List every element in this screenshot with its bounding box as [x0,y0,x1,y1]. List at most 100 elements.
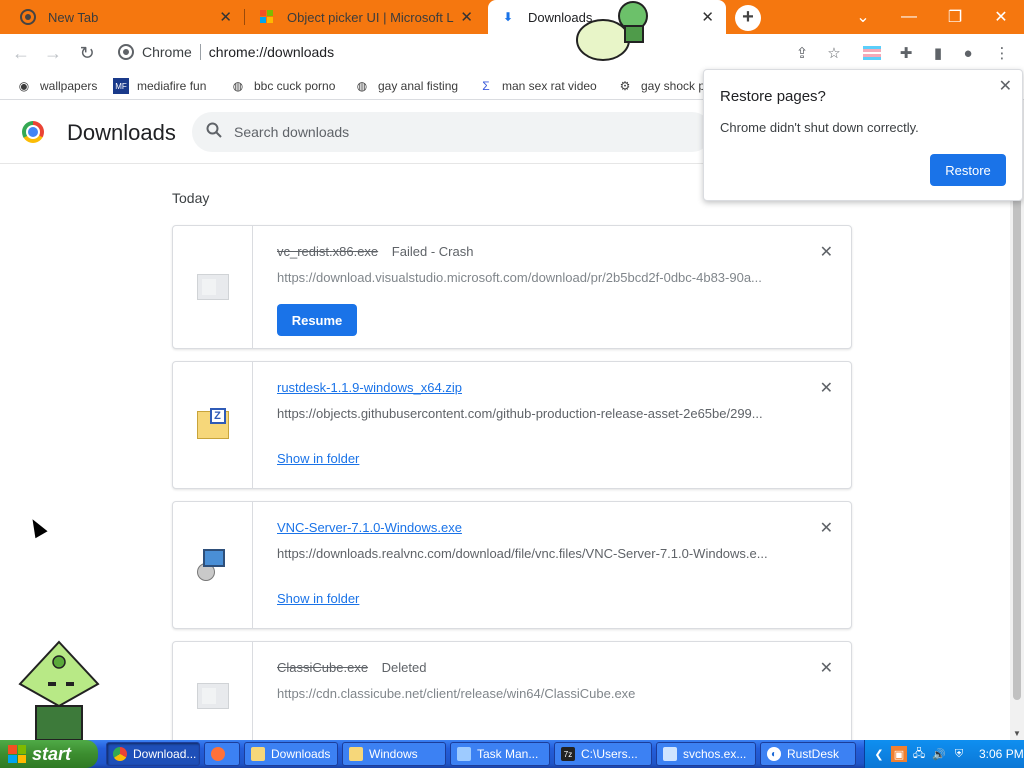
reddit-icon: ◉ [18,79,30,93]
taskbar-button-firefox[interactable] [204,742,240,766]
dialog-message: Chrome didn't shut down correctly. [720,120,919,135]
back-button[interactable]: ← [10,42,32,64]
download-status: Failed - Crash [391,244,474,259]
tab-new-tab[interactable]: New Tab ✕ [0,0,244,34]
restore-button[interactable]: Restore [930,154,1006,186]
download-status: Deleted [381,660,427,675]
divider [199,44,201,60]
remove-item-close-icon[interactable]: ✕ [820,518,833,538]
taskbar-button-chrome[interactable]: Download... [106,742,200,766]
download-filename[interactable]: VNC-Server-7.1.0-Windows.exe [277,520,462,535]
7zip-icon: 7z [561,747,575,761]
app-window-icon [663,747,677,761]
remove-item-close-icon[interactable]: ✕ [820,378,833,398]
bookmark-item[interactable]: ◉ wallpapers [16,76,98,96]
taskbar-button-rustdesk[interactable]: ◐ RustDesk [760,742,856,766]
side-panel-icon[interactable]: ▮ [928,43,948,63]
tray-app-icon[interactable]: ▣ [891,746,907,762]
file-icon-column [173,226,253,348]
gear-icon: ⚙ [619,79,631,93]
safety-icon[interactable]: ⛨ [951,746,967,762]
show-in-folder-link[interactable]: Show in folder [277,591,359,606]
new-tab-button[interactable]: + [735,5,761,31]
microsoft-icon [259,9,275,25]
close-icon[interactable]: ✕ [219,8,232,26]
taskbar-button-label: Task Man... [477,747,539,761]
clock[interactable]: 3:06 PM [979,747,1024,761]
scroll-down-arrow-icon[interactable]: ▼ [1013,729,1021,738]
extensions-icon[interactable]: ✚ [896,43,916,63]
chevron-down-icon[interactable]: ⌄ [840,0,886,34]
installer-icon [196,549,229,581]
dialog-title: Restore pages? [720,88,826,105]
taskbar-button-downloads-folder[interactable]: Downloads [244,742,338,766]
reload-button[interactable]: ↻ [76,42,98,64]
close-icon[interactable]: ✕ [999,76,1012,96]
download-filename: vc_redist.x86.exe [277,244,379,259]
download-item: Z rustdesk-1.1.9-windows_x64.zip https:/… [172,361,852,489]
bookmark-item[interactable]: Σ man sex rat video [478,76,597,96]
chrome-icon [20,9,36,25]
firefox-icon [211,747,225,761]
download-url[interactable]: https://cdn.classicube.net/client/releas… [277,686,777,701]
mascot-sticker-top [575,0,655,62]
remove-item-close-icon[interactable]: ✕ [820,658,833,678]
chrome-icon [118,44,134,60]
close-icon[interactable]: ✕ [460,8,473,26]
globe-icon: ◍ [232,79,244,93]
download-item: vc_redist.x86.exe Failed - Crash https:/… [172,225,852,349]
search-box[interactable] [192,112,712,152]
bookmark-item[interactable]: ◍ bbc cuck porno [230,76,336,96]
taskbar-button-label: Download... [133,747,197,761]
address-bar[interactable]: Chrome chrome://downloads [108,38,900,68]
start-button[interactable]: start [0,740,98,768]
forward-button[interactable]: → [42,42,64,64]
download-url[interactable]: https://objects.githubusercontent.com/gi… [277,406,777,421]
folder-icon [349,747,363,761]
bookmark-item[interactable]: ⚙ gay shock p [617,76,705,96]
remove-item-close-icon[interactable]: ✕ [820,242,833,262]
bookmark-star-icon[interactable]: ☆ [824,43,844,63]
show-in-folder-link[interactable]: Show in folder [277,451,359,466]
taskbar-button-svchos[interactable]: svchos.ex... [656,742,756,766]
rustdesk-icon: ◐ [767,747,781,761]
search-icon [206,122,222,143]
download-url[interactable]: https://downloads.realvnc.com/download/f… [277,546,777,561]
tab-object-picker[interactable]: Object picker UI | Microsoft L ✕ [245,0,485,34]
folder-icon [251,747,265,761]
taskbar-button-windows-folder[interactable]: Windows [342,742,446,766]
bookmark-item[interactable]: ◍ gay anal fisting [354,76,458,96]
resume-button[interactable]: Resume [277,304,357,336]
taskbar-button-task-manager[interactable]: Task Man... [450,742,550,766]
bookmark-label: man sex rat video [502,79,597,93]
minimize-button[interactable]: — [886,0,932,34]
scrollbar-thumb[interactable] [1013,180,1021,700]
close-icon[interactable]: ✕ [701,8,714,26]
avatar[interactable]: ● [958,43,978,63]
generic-file-icon [196,274,229,300]
network-icon[interactable]: 🖧 [911,746,927,762]
file-icon-column [173,502,253,628]
bookmark-item[interactable]: MF mediafire fun [113,76,206,96]
url-text[interactable]: chrome://downloads [209,44,334,60]
bookmark-label: gay anal fisting [378,79,459,93]
taskbar-button-7zip[interactable]: 7z C:\Users... [554,742,652,766]
volume-icon[interactable]: 🔊 [931,746,947,762]
close-window-button[interactable]: ✕ [978,0,1024,34]
download-item: ClassiCube.exe Deleted https://cdn.class… [172,641,852,751]
taskbar-button-label: svchos.ex... [683,747,747,761]
tab-title: Object picker UI | Microsoft L [287,9,454,25]
share-icon[interactable]: ⇪ [792,43,812,63]
chevron-left-icon[interactable]: ❮ [871,746,887,762]
tab-title: New Tab [48,9,99,25]
menu-icon[interactable]: ⋮ [992,43,1012,63]
profile-flag-icon[interactable] [862,43,882,63]
taskbar-button-label: RustDesk [787,747,840,761]
windows-taskbar: start Download... Downloads Windows Task… [0,740,1024,768]
download-filename[interactable]: rustdesk-1.1.9-windows_x64.zip [277,380,462,395]
restore-window-button[interactable]: ❐ [932,0,978,34]
search-input[interactable] [234,124,674,140]
start-label: start [32,743,72,764]
download-url[interactable]: https://download.visualstudio.microsoft.… [277,270,777,285]
download-item: VNC-Server-7.1.0-Windows.exe https://dow… [172,501,852,629]
